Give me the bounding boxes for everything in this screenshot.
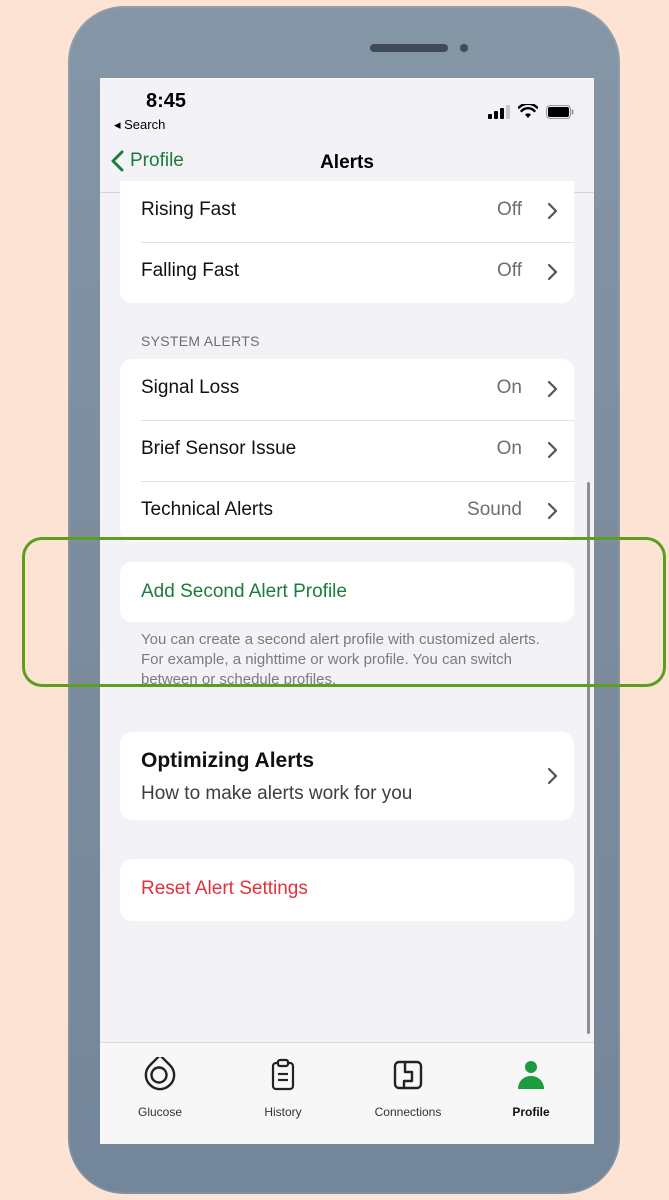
row-value: On [496,438,522,459]
clipboard-icon [271,1058,295,1091]
chevron-right-icon [547,767,558,785]
tab-label: Glucose [137,1105,183,1119]
system-alerts-card: Signal Loss On Brief Sensor Issue On Tec… [120,359,574,542]
system-icons [488,104,574,119]
reset-alert-settings-label: Reset Alert Settings [141,878,308,899]
front-camera [460,44,468,52]
tab-label: Connections [374,1105,442,1119]
row-value: Off [497,260,522,281]
chevron-right-icon [547,441,558,459]
technical-alerts-row[interactable]: Technical Alerts Sound [120,481,574,542]
row-label: Brief Sensor Issue [141,438,297,459]
reset-alert-settings-button[interactable]: Reset Alert Settings [120,859,574,921]
row-label: Signal Loss [141,377,240,398]
chevron-right-icon [547,380,558,398]
optimizing-alerts-title: Optimizing Alerts [141,749,315,772]
rising-fast-row[interactable]: Rising Fast Off [120,181,574,242]
brief-sensor-issue-row[interactable]: Brief Sensor Issue On [120,420,574,481]
chevron-right-icon [547,202,558,220]
highlight-box [22,537,666,687]
optimizing-alerts-row[interactable]: Optimizing Alerts How to make alerts wor… [120,732,574,820]
wifi-icon [518,104,538,118]
tab-label: Profile [512,1105,550,1119]
page-title: Alerts [320,152,374,173]
row-label: Falling Fast [141,260,240,281]
signal-icon [488,104,510,119]
speaker-grille [370,44,448,52]
tab-bar: Glucose History Connections Profile [100,1042,594,1144]
chevron-right-icon [547,502,558,520]
system-alerts-header: SYSTEM ALERTS [141,333,260,349]
falling-fast-row[interactable]: Falling Fast Off [120,242,574,303]
optimizing-alerts-subtitle: How to make alerts work for you [141,783,413,804]
row-value: Sound [467,499,522,520]
connections-icon [393,1060,423,1090]
battery-icon [546,104,574,119]
status-bar: 8:45 ◂ Search [100,78,594,136]
back-to-search-link[interactable]: ◂ Search [114,117,165,133]
person-icon [518,1061,544,1089]
row-value: Off [497,199,522,220]
glucose-icon [144,1057,176,1091]
row-value: On [496,377,522,398]
status-time: 8:45 [146,90,187,112]
row-label: Technical Alerts [141,499,274,520]
row-label: Rising Fast [141,199,237,220]
chevron-right-icon [547,263,558,281]
rate-alerts-card: Rising Fast Off Falling Fast Off [120,181,574,303]
tab-label: History [264,1105,302,1119]
signal-loss-row[interactable]: Signal Loss On [120,359,574,420]
